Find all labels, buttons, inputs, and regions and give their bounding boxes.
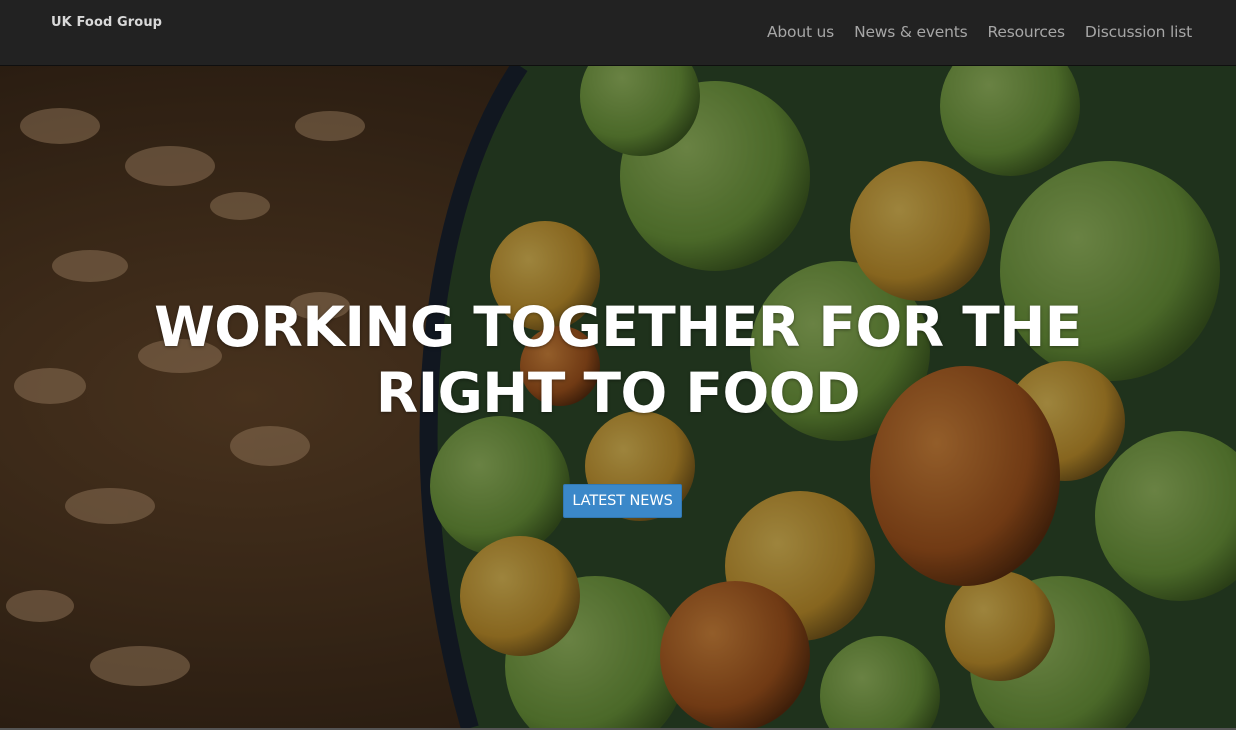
nav-link-resources[interactable]: Resources <box>988 21 1066 43</box>
site-brand-link[interactable]: UK Food Group <box>51 15 162 30</box>
hero-section: WORKING TOGETHER FOR THE RIGHT TO FOOD L… <box>0 66 1236 728</box>
nav-links: About us News & events Resources Discuss… <box>767 21 1192 43</box>
nav-link-about-us[interactable]: About us <box>767 21 834 43</box>
hero-heading: WORKING TOGETHER FOR THE RIGHT TO FOOD <box>154 295 1082 425</box>
latest-news-button[interactable]: LATEST NEWS <box>563 484 682 518</box>
nav-link-news-events[interactable]: News & events <box>854 21 968 43</box>
top-navbar: UK Food Group About us News & events Res… <box>0 0 1236 66</box>
nav-link-discussion-list[interactable]: Discussion list <box>1085 21 1192 43</box>
